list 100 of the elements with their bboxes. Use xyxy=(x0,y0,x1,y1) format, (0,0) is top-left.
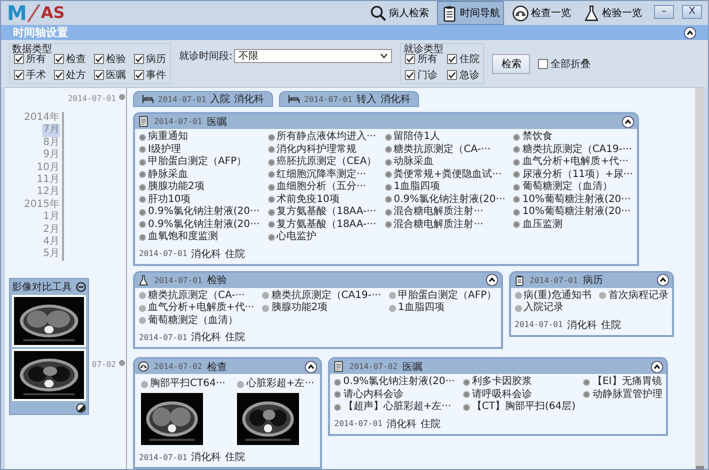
collapse-icon[interactable] xyxy=(651,360,664,372)
card-item[interactable]: 动脉采血 xyxy=(384,156,434,168)
checkbox-label: 病历 xyxy=(146,52,166,66)
scrollbar[interactable] xyxy=(695,88,704,469)
nav-button[interactable]: 检查一览 xyxy=(508,1,575,25)
close-button[interactable]: X xyxy=(682,5,702,19)
card-item[interactable]: I级护理 xyxy=(139,144,181,156)
card-item[interactable]: 红细胞沉降率测定··· xyxy=(268,168,366,180)
card-item[interactable]: 心电监护 xyxy=(268,231,317,243)
card-item[interactable]: 复方氨基酸（18AA-··· xyxy=(268,206,376,218)
checkbox[interactable] xyxy=(447,70,458,80)
scanner-icon xyxy=(138,361,149,372)
card-item[interactable]: 血压监测 xyxy=(513,218,562,230)
card-item[interactable]: 粪便常规+粪便隐血试··· xyxy=(384,168,502,180)
card-item[interactable]: 10%葡萄糖注射液(20··· xyxy=(513,206,631,218)
checkbox[interactable] xyxy=(405,70,416,80)
card-item[interactable]: 入院记录 xyxy=(514,302,564,314)
event-tab[interactable]: 2014-07-01 入院 消化科 xyxy=(133,91,274,107)
card-item[interactable]: 胰腺功能2项 xyxy=(139,181,204,193)
collapse-icon[interactable] xyxy=(684,26,696,38)
minus-icon[interactable] xyxy=(76,282,86,292)
checkbox[interactable] xyxy=(54,70,64,80)
card-item[interactable]: 胸部平扫CT64··· xyxy=(141,378,226,390)
card-item[interactable]: 尿液分析（11项）+尿··· xyxy=(513,168,633,180)
contrast-icon[interactable] xyxy=(76,403,86,413)
collapse-icon[interactable] xyxy=(305,360,318,372)
card-item[interactable]: 葡萄糖测定（血清） xyxy=(513,181,612,193)
checkbox[interactable] xyxy=(134,70,144,80)
card-item[interactable]: 1血脂四项 xyxy=(384,181,440,193)
card-footer-date: 2014-07-01 xyxy=(334,419,382,428)
checkbox[interactable] xyxy=(447,54,458,64)
card-item[interactable]: 混合糖电解质注射··· xyxy=(384,206,484,218)
event-tab[interactable]: 2014-07-01 转入 消化科 xyxy=(279,91,420,107)
card-item[interactable]: 血氧饱和度监测 xyxy=(139,231,218,243)
search-button[interactable]: 检索 xyxy=(492,54,530,74)
card-item[interactable]: 复方氨基酸（18AA-··· xyxy=(268,218,376,230)
card-item[interactable]: 1血脂四项 xyxy=(389,302,444,314)
card-item[interactable]: 禁饮食 xyxy=(513,131,552,143)
card-date: 2014-07-01 xyxy=(154,276,202,284)
card-item[interactable]: 癌胚抗原测定（CEA） xyxy=(268,156,377,168)
group-label: 就诊类型 xyxy=(403,42,444,55)
card-item[interactable]: 0.9%氯化钠注射液(20··· xyxy=(139,206,260,218)
card-item[interactable]: 血气分析+电解质+代··· xyxy=(139,302,254,314)
bed-icon xyxy=(288,94,300,104)
clipboard-icon xyxy=(441,4,458,22)
card-item[interactable]: 心脏彩超+左··· xyxy=(237,378,314,390)
card-item[interactable]: 血气分析+电解质+代··· xyxy=(513,156,629,168)
card-item[interactable]: 甲胎蛋白测定（AFP） xyxy=(389,290,497,302)
card-item[interactable]: 血细胞分析（五分··· xyxy=(268,181,366,193)
card-item[interactable]: 肝功10项 xyxy=(139,194,191,206)
card-title: 医嘱 xyxy=(207,116,228,128)
card-item[interactable]: 请呼吸科会诊 xyxy=(462,388,532,400)
card-item[interactable]: 术前免疫10项 xyxy=(268,194,340,206)
card-item[interactable]: 利多卡因胶浆 xyxy=(462,376,532,388)
checkbox-label: 处方 xyxy=(66,68,86,82)
card-item[interactable]: 动静脉置管护理 xyxy=(583,388,662,400)
card-item[interactable]: 胰腺功能2项 xyxy=(262,302,328,314)
card-item[interactable]: 糖类抗原测定（CA-··· xyxy=(384,144,490,156)
checkbox[interactable] xyxy=(538,58,548,68)
minimize-button[interactable]: – xyxy=(654,5,674,19)
card-item[interactable]: 留陪侍1人 xyxy=(384,131,440,143)
card-item[interactable]: 所有静点液体均进入··· xyxy=(268,131,376,143)
card-item[interactable]: 0.9%氯化钠注射液(20··· xyxy=(139,218,260,230)
timeline-node xyxy=(119,360,125,366)
checkbox[interactable] xyxy=(405,54,416,64)
period-dropdown[interactable]: 不限 xyxy=(234,49,392,63)
card-item[interactable]: 静脉采血 xyxy=(139,168,188,180)
card-item[interactable]: 糖类抗原测定（CA-··· xyxy=(139,290,245,302)
card-item[interactable]: 葡萄糖测定（血清） xyxy=(139,314,238,326)
checkbox[interactable] xyxy=(94,70,104,80)
checkbox[interactable] xyxy=(14,54,24,64)
card-item[interactable]: 糖类抗原测定（CA19-··· xyxy=(262,290,381,302)
checkbox[interactable] xyxy=(54,54,64,64)
collapse-icon[interactable] xyxy=(486,274,498,286)
card-item[interactable]: 0.9%氯化钠注射液(20··· xyxy=(334,376,455,388)
card-item[interactable]: 病(重)危通知书 xyxy=(514,290,592,302)
card-item[interactable]: 10%葡萄糖注射液(20··· xyxy=(513,194,631,206)
card-footer-text: 消化科 xyxy=(566,318,597,332)
checkbox[interactable] xyxy=(14,70,24,80)
card-item[interactable]: 请心内科会诊 xyxy=(334,388,404,400)
card-item[interactable]: 【CT】胸部平扫(64层) xyxy=(462,401,576,413)
timeline-date: 07-02 xyxy=(92,360,116,369)
card-item[interactable]: 【超声】心脏彩超+左··· xyxy=(334,401,452,413)
collapse-icon[interactable] xyxy=(622,116,634,128)
card-item[interactable]: 0.9%氯化钠注射液(20··· xyxy=(384,194,506,206)
card-item[interactable]: 病重通知 xyxy=(139,131,188,143)
checkbox[interactable] xyxy=(134,54,144,64)
card-footer-text: 消化科 xyxy=(191,450,222,464)
card-item[interactable]: 首次病程记录 xyxy=(599,290,668,302)
card-item[interactable]: 甲胎蛋白测定（AFP） xyxy=(139,156,247,168)
card-item[interactable]: 混合糖电解质注射··· xyxy=(384,218,484,230)
nav-button[interactable]: 检验一览 xyxy=(579,1,646,25)
nav-button[interactable]: 病人检索 xyxy=(366,1,433,25)
collapse-icon[interactable] xyxy=(657,274,670,286)
checkbox[interactable] xyxy=(94,54,104,64)
card-item[interactable]: 消化内科护理常规 xyxy=(268,144,357,156)
card-item[interactable]: 糖类抗原测定（CA19-··· xyxy=(513,144,632,156)
card-item[interactable]: 【EI】无痛胃镜 xyxy=(583,376,662,388)
card-footer-date: 2014-07-01 xyxy=(139,332,188,342)
nav-button[interactable]: 时间导航 xyxy=(437,1,504,25)
